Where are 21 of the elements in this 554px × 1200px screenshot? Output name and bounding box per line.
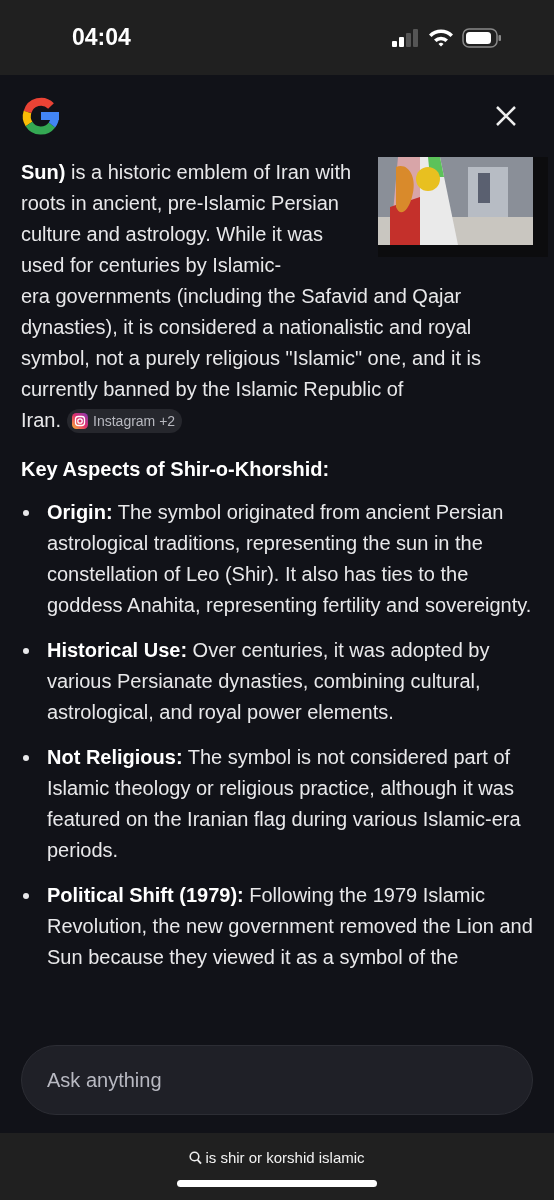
bullet-text: Origin: The symbol originated from ancient Persian astrological traditions, representing the sun in the constellation of Leo (Shir). It also has ties to the goddess Anahita, representing fertility and sovereignty. bbox=[47, 500, 533, 618]
bullet-text: Historical Use: Over centuries, it was adopted by various Persianate dynasties, combining cultural, astrological, and royal power elements. bbox=[47, 638, 491, 725]
bullet-text: Not Religious: The symbol is not considered part of Islamic theology or religious practice, although it was featured on the Iranian flag during various Islamic-era periods. bbox=[47, 745, 522, 863]
answer-text: era governments (including the Safavid and Qajar dynasties), it is considered a nationalistic and royal symbol, not a purely religious "Islamic" one, and it is currently banned by the Islamic Republic of bbox=[21, 284, 482, 402]
bullet-icon bbox=[23, 893, 29, 899]
status-time: 04:04 bbox=[72, 24, 131, 51]
ask-field[interactable]: Ask anything bbox=[21, 1045, 533, 1115]
source-chip[interactable]: Instagram +2 bbox=[67, 408, 183, 433]
bullet-icon bbox=[23, 755, 29, 761]
section-heading: Key Aspects of Shir-o-Khorshid: bbox=[21, 457, 331, 482]
search-query[interactable]: is shir or korshid islamic bbox=[205, 1149, 365, 1166]
instagram-icon bbox=[72, 412, 89, 429]
search-icon bbox=[189, 1150, 203, 1165]
bullet-text: Political Shift (1979): Following the 1979 Islamic Revolution, the new government removed the Lion and Sun because they viewed it as a symbol of the bbox=[47, 883, 533, 970]
bullet-icon bbox=[23, 510, 29, 516]
battery-icon bbox=[462, 27, 502, 48]
answer-text: Iran. bbox=[21, 408, 62, 433]
bullet-icon bbox=[23, 648, 29, 654]
signal-icon bbox=[392, 28, 420, 47]
google-logo-icon bbox=[20, 95, 62, 137]
wifi-icon bbox=[428, 28, 454, 47]
